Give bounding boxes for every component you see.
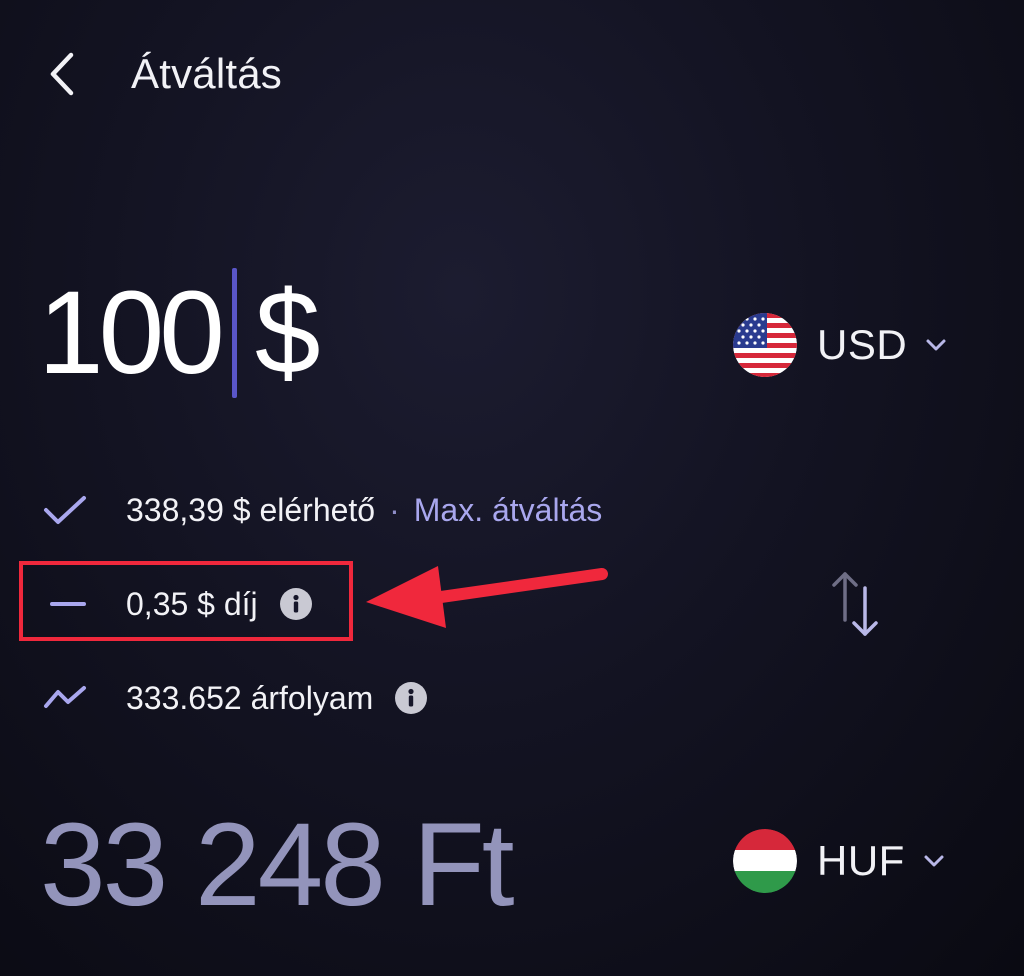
annotation-highlight-box: [19, 561, 353, 641]
rate-row: 333.652 árfolyam: [40, 672, 428, 724]
separator-dot: ·: [389, 492, 400, 528]
page-title: Átváltás: [131, 50, 282, 97]
swap-arrows-icon: [832, 572, 878, 636]
converted-amount: 33 248 Ft: [40, 799, 515, 931]
available-balance-row: 338,39 $ elérhető · Max. átváltás: [40, 484, 602, 536]
amount-input[interactable]: 100 $: [38, 258, 458, 408]
trend-icon: [40, 678, 94, 718]
info-icon[interactable]: [395, 682, 428, 714]
text-caret: [231, 268, 237, 398]
max-exchange-link[interactable]: Max. átváltás: [414, 488, 603, 532]
available-balance-text: 338,39 $ elérhető: [126, 492, 376, 528]
amount-currency-symbol: $: [254, 267, 321, 399]
chevron-left-icon: [50, 52, 74, 96]
to-currency-select[interactable]: HUF: [733, 829, 945, 893]
check-icon: [40, 490, 94, 530]
chevron-down-icon: [925, 338, 947, 352]
us-flag-icon: [733, 313, 797, 377]
from-currency-select[interactable]: USD: [733, 313, 947, 377]
swap-currencies-button[interactable]: [822, 566, 892, 642]
back-button[interactable]: [36, 48, 88, 100]
to-currency-code: HUF: [817, 837, 905, 884]
annotation-arrow-icon: [366, 566, 608, 628]
rate-text: 333.652 árfolyam: [126, 680, 374, 716]
from-currency-code: USD: [817, 321, 908, 368]
amount-value: 100: [38, 267, 225, 399]
chevron-down-icon: [923, 854, 945, 868]
hu-flag-icon: [733, 829, 797, 893]
